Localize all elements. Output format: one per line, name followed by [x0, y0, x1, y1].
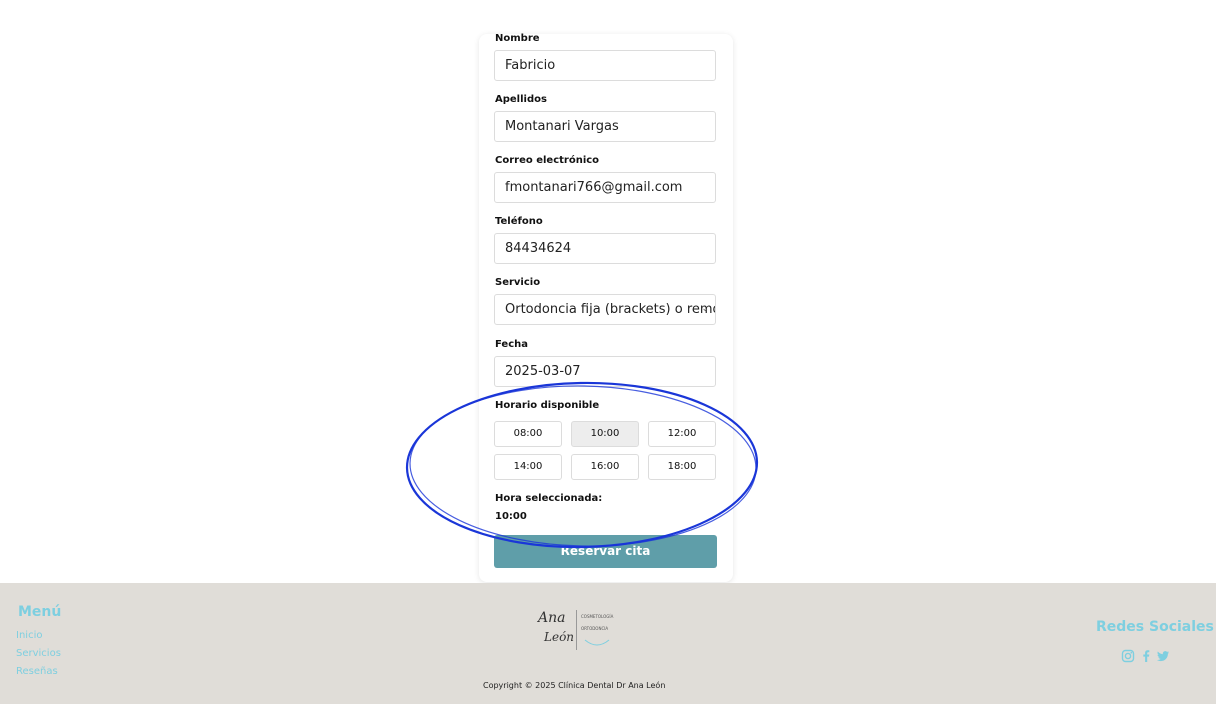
footer-social-title: Redes Sociales	[1096, 619, 1214, 635]
logo-script-1: Ana	[538, 610, 566, 626]
copyright-text: Copyright © 2025 Clínica Dental Dr Ana L…	[483, 681, 666, 690]
time-slot-1200[interactable]: 12:00	[648, 421, 716, 447]
footer-link-resenas[interactable]: Reseñas	[16, 666, 58, 677]
logo-script-2: León	[544, 630, 575, 644]
email-field[interactable]: fmontanari766@gmail.com	[494, 172, 716, 203]
footer-menu-title: Menú	[18, 604, 62, 620]
time-slot-0800[interactable]: 08:00	[494, 421, 562, 447]
logo-sub-2: ORTODONCIA	[581, 626, 609, 631]
logo-sub-1: COSMETOLOGÍA	[581, 614, 614, 619]
email-label: Correo electrónico	[495, 155, 600, 166]
selected-time-value: 10:00	[495, 511, 527, 522]
phone-label: Teléfono	[495, 216, 543, 227]
chevron-down-icon: ⌄	[701, 304, 709, 314]
service-select-value: Ortodoncia fija (brackets) o remo	[505, 302, 716, 317]
time-slot-1800[interactable]: 18:00	[648, 454, 716, 480]
last-name-label: Apellidos	[495, 94, 547, 105]
phone-field[interactable]: 84434624	[494, 233, 716, 264]
twitter-icon[interactable]	[1156, 649, 1170, 663]
site-footer: Menú Inicio Servicios Reseñas Ana León C…	[0, 583, 1216, 704]
date-field[interactable]: 2025-03-07	[494, 356, 716, 387]
name-field[interactable]: Fabricio	[494, 50, 716, 81]
reserve-button[interactable]: Reservar cita	[494, 535, 717, 568]
selected-time-label: Hora seleccionada:	[495, 493, 603, 504]
service-select[interactable]: Ortodoncia fija (brackets) o remo ⌄	[494, 294, 716, 325]
footer-link-inicio[interactable]: Inicio	[16, 630, 42, 641]
logo-smile-icon	[584, 639, 610, 646]
instagram-icon[interactable]	[1121, 649, 1135, 663]
time-slot-1400[interactable]: 14:00	[494, 454, 562, 480]
last-name-field[interactable]: Montanari Vargas	[494, 111, 716, 142]
time-slot-1000[interactable]: 10:00	[571, 421, 639, 447]
facebook-icon[interactable]	[1139, 649, 1153, 663]
time-slot-1600[interactable]: 16:00	[571, 454, 639, 480]
schedule-label: Horario disponible	[495, 400, 600, 411]
clinic-logo: Ana León COSMETOLOGÍA ORTODONCIA	[536, 608, 636, 660]
service-label: Servicio	[495, 277, 541, 288]
footer-link-servicios[interactable]: Servicios	[16, 648, 61, 659]
name-label: Nombre	[495, 33, 540, 44]
date-label: Fecha	[495, 339, 529, 350]
logo-divider	[576, 610, 577, 650]
